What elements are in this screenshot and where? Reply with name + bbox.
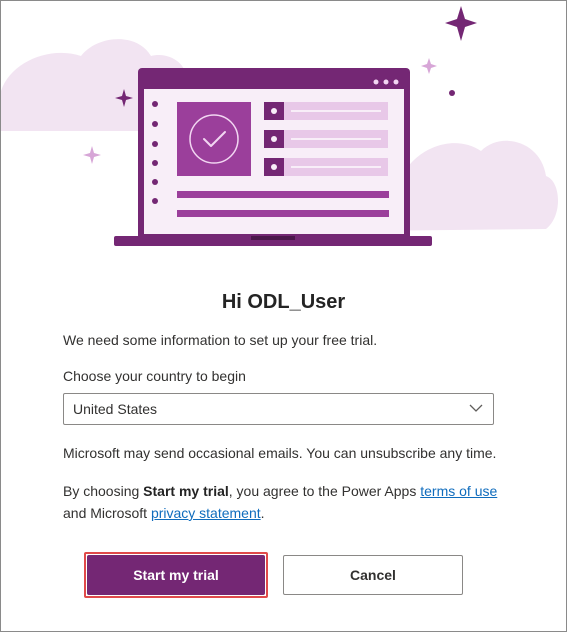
cancel-button[interactable]: Cancel (283, 555, 463, 595)
sparkle-icon (83, 146, 101, 164)
terms-middle: , you agree to the Power Apps (228, 483, 421, 499)
terms-and: and Microsoft (63, 505, 151, 521)
intro-text: We need some information to set up your … (63, 332, 378, 348)
terms-of-use-link[interactable]: terms of use (420, 483, 497, 499)
country-label: Choose your country to begin (63, 368, 246, 384)
sparkle-icon (445, 6, 477, 41)
trial-signup-dialog: Hi ODL_User We need some information to … (0, 0, 567, 632)
terms-suffix: . (260, 505, 265, 521)
laptop-illustration (114, 68, 432, 246)
country-select[interactable]: United States (63, 393, 494, 425)
privacy-statement-link[interactable]: privacy statement (151, 505, 261, 521)
terms-prefix: By choosing (63, 483, 144, 499)
emails-notice: Microsoft may send occasional emails. Yo… (63, 445, 497, 461)
start-trial-button[interactable]: Start my trial (87, 555, 265, 595)
sparkle-dot (449, 90, 455, 96)
chevron-down-icon (469, 404, 483, 412)
sparkle-icon (421, 58, 437, 74)
terms-notice: By choosing Start my trial, you agree to… (63, 480, 503, 524)
terms-bold-start: Start my trial (143, 483, 229, 499)
country-select-value: United States (73, 401, 158, 417)
hero-illustration (1, 6, 559, 246)
page-title: Hi ODL_User (221, 291, 346, 313)
